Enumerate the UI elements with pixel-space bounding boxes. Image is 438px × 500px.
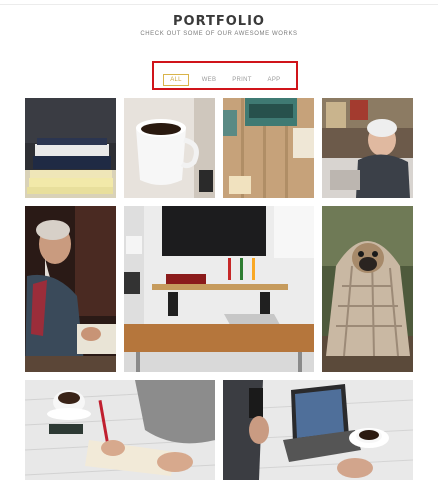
old-woman-image [322, 98, 413, 198]
section-title: PORTFOLIO [173, 14, 265, 29]
coffee-cup-image [124, 98, 215, 198]
filter-app[interactable]: APP [262, 74, 286, 86]
filter-all[interactable]: ALL [163, 74, 189, 86]
portfolio-item-typewriter[interactable] [223, 98, 314, 198]
old-man-writing-image [25, 206, 116, 372]
writing-notebook-image [25, 380, 215, 480]
notebooks-image [25, 98, 116, 198]
pug-blanket-image [322, 206, 413, 372]
portfolio-item-tablet-phone[interactable] [223, 380, 413, 480]
portfolio-item-notebooks[interactable] [25, 98, 116, 198]
portfolio-item-pug-blanket[interactable] [322, 206, 413, 372]
portfolio-item-old-man-writing[interactable] [25, 206, 116, 372]
portfolio-item-writing-notebook[interactable] [25, 380, 215, 480]
tablet-phone-image [223, 380, 413, 480]
filter-web[interactable]: WEB [196, 74, 222, 86]
top-divider [0, 4, 438, 5]
typewriter-image [223, 98, 314, 198]
portfolio-item-desk-setup[interactable] [124, 206, 314, 372]
section-subtitle: CHECK OUT SOME OF OUR AWESOME WORKS [140, 31, 298, 37]
portfolio-item-coffee-cup[interactable] [124, 98, 215, 198]
portfolio-item-old-woman[interactable] [322, 98, 413, 198]
filter-print[interactable]: PRINT [228, 74, 256, 86]
desk-setup-image [124, 206, 314, 372]
